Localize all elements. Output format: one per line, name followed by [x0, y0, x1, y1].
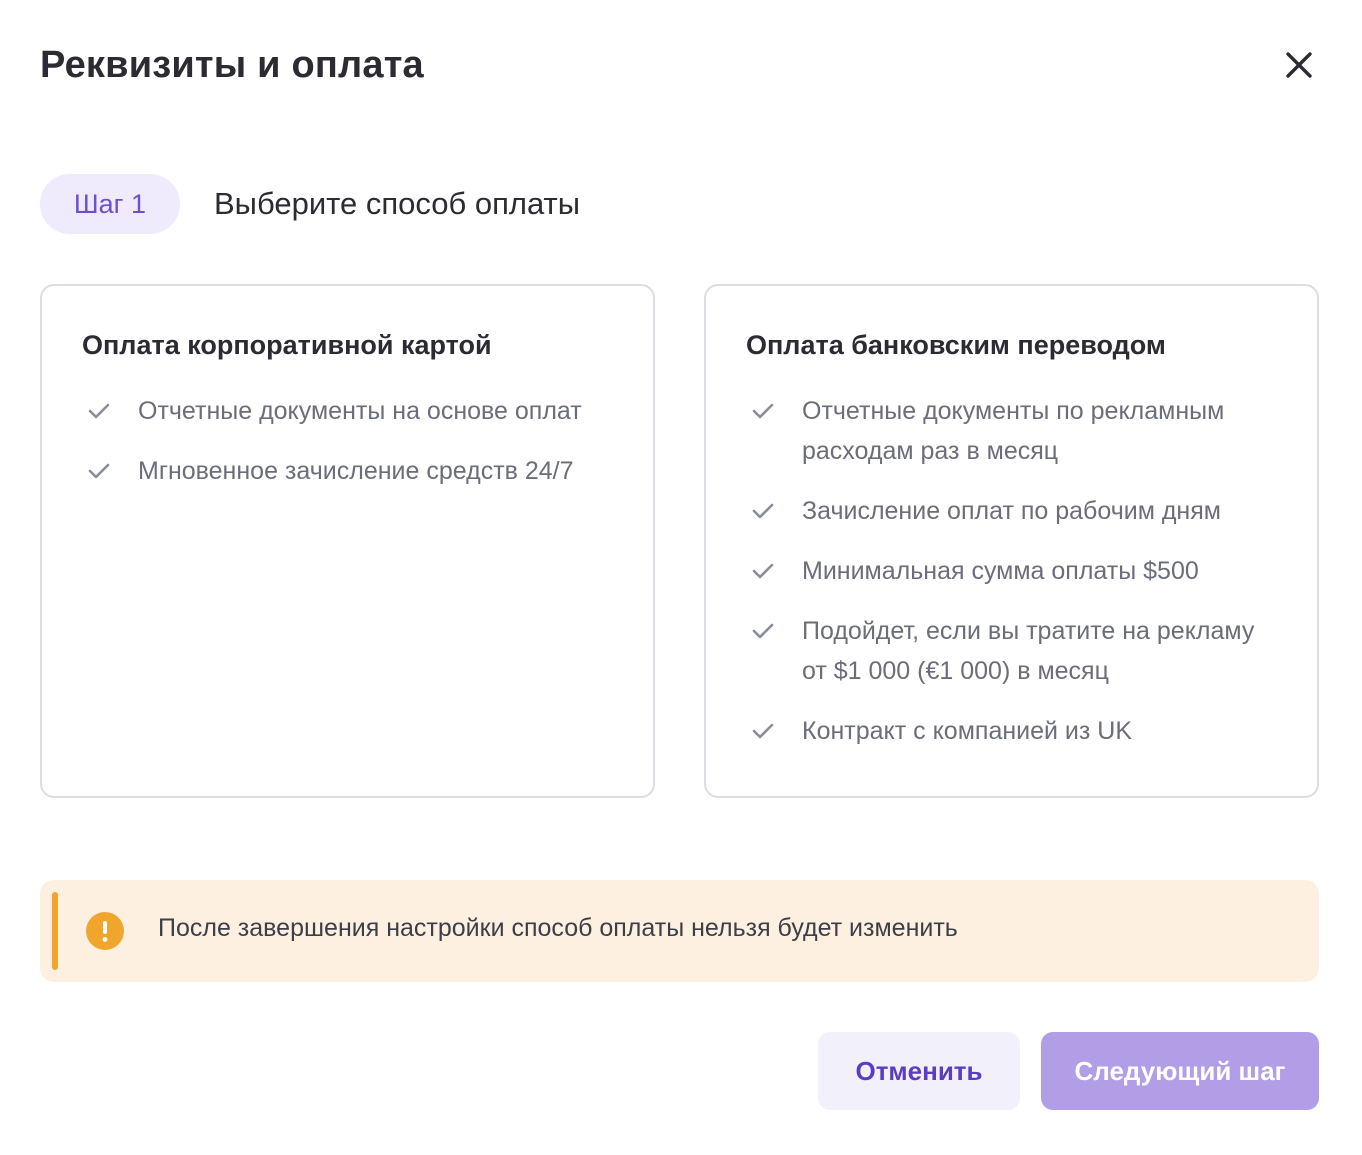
step-title: Выберите способ оплаты: [214, 186, 581, 221]
feature-item: Подойдет, если вы тратите на рекламу от …: [746, 611, 1277, 691]
feature-item: Контракт с компанией из UK: [746, 711, 1277, 751]
check-icon: [752, 391, 782, 431]
feature-text: Минимальная сумма оплаты $500: [802, 557, 1199, 585]
card-title: Оплата корпоративной картой: [82, 330, 492, 360]
check-icon: [752, 491, 782, 531]
feature-text: Мгновенное зачисление средств 24/7: [138, 457, 574, 485]
feature-item: Мгновенное зачисление средств 24/7: [82, 451, 613, 491]
close-button[interactable]: [1278, 44, 1320, 86]
dialog-title: Реквизиты и оплата: [40, 44, 424, 86]
feature-text: Отчетные документы на основе оплат: [138, 397, 582, 425]
check-icon: [88, 451, 118, 491]
feature-text: Зачисление оплат по рабочим дням: [802, 497, 1221, 525]
payment-details-dialog: Реквизиты и оплата Шаг 1 Выберите способ…: [0, 0, 1362, 1155]
card-title: Оплата банковским переводом: [746, 330, 1166, 360]
check-icon: [88, 391, 118, 431]
cancel-button[interactable]: Отменить: [818, 1032, 1020, 1110]
feature-text: Подойдет, если вы тратите на рекламу от …: [802, 617, 1255, 685]
step-badge: Шаг 1: [40, 174, 180, 234]
feature-item: Отчетные документы по рекламным расходам…: [746, 391, 1277, 471]
payment-option-card-corporate[interactable]: Оплата корпоративной картой Отчетные док…: [40, 284, 655, 798]
notice-text: После завершения настройки способ оплаты…: [158, 914, 958, 942]
feature-item: Отчетные документы на основе оплат: [82, 391, 613, 431]
feature-list: Отчетные документы по рекламным расходам…: [746, 391, 1277, 751]
check-icon: [752, 611, 782, 651]
feature-list: Отчетные документы на основе оплат Мгнов…: [82, 391, 613, 491]
close-icon: [1286, 52, 1312, 78]
notice-accent-bar: [52, 892, 58, 970]
feature-text: Контракт с компанией из UK: [802, 717, 1133, 745]
next-step-button[interactable]: Следующий шаг: [1041, 1032, 1319, 1110]
feature-item: Зачисление оплат по рабочим дням: [746, 491, 1277, 531]
warning-notice: После завершения настройки способ оплаты…: [40, 880, 1319, 982]
feature-item: Минимальная сумма оплаты $500: [746, 551, 1277, 591]
warning-icon: [86, 912, 124, 950]
step-header: Шаг 1 Выберите способ оплаты: [40, 174, 580, 234]
check-icon: [752, 711, 782, 751]
feature-text: Отчетные документы по рекламным расходам…: [802, 397, 1225, 465]
check-icon: [752, 551, 782, 591]
payment-option-card-bank-transfer[interactable]: Оплата банковским переводом Отчетные док…: [704, 284, 1319, 798]
